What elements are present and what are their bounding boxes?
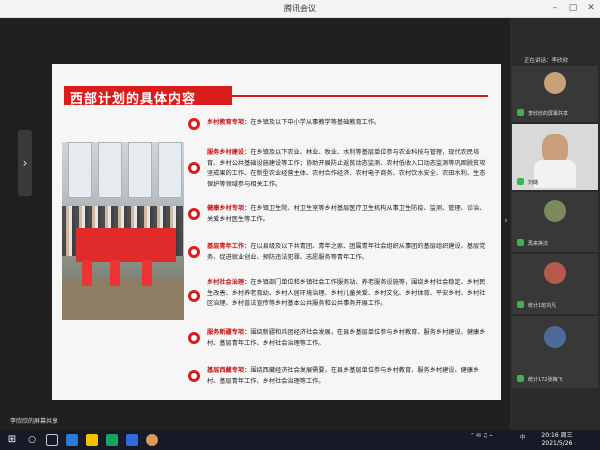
mic-icon: [517, 239, 524, 246]
clock-time: 20:16 周三: [541, 432, 573, 439]
explorer-icon[interactable]: [86, 434, 98, 446]
share-indicator[interactable]: 李欣欣的屏幕共享: [0, 416, 120, 428]
group-photo: [62, 142, 184, 320]
bullet-ring-icon: [188, 290, 200, 302]
bullet-ring-icon: [188, 208, 200, 220]
edge-icon[interactable]: [66, 434, 78, 446]
item-head: 健康乡村专项：: [207, 205, 251, 212]
minimize-icon[interactable]: –: [548, 2, 562, 15]
participant-tile[interactable]: 再来换法: [512, 192, 598, 252]
share-indicator-text: 李欣欣的屏幕共享: [10, 418, 59, 425]
participant-tile[interactable]: 统计1班刘凡: [512, 254, 598, 314]
bullet-ring-icon: [188, 162, 200, 174]
bullet-ring-icon: [188, 370, 200, 382]
bullet-ring-icon: [188, 246, 200, 258]
avatar: [544, 326, 566, 348]
mic-icon: [517, 375, 524, 382]
bullet-ring-icon: [188, 118, 200, 130]
chat-icon[interactable]: [106, 434, 118, 446]
clock[interactable]: 20:16 周三 2021/5/26: [535, 432, 579, 448]
avatar: [544, 262, 566, 284]
window-title: 腾讯会议: [284, 4, 316, 13]
clock-date: 2021/5/26: [541, 440, 573, 447]
avatar: [544, 72, 566, 94]
search-icon[interactable]: ○: [26, 434, 38, 446]
participant-name: 李欣欣的屏幕共享: [528, 111, 569, 117]
avatar-app-icon[interactable]: [146, 434, 158, 446]
speaking-label: 正在讲话：李欣欣: [524, 58, 569, 64]
meeting-icon[interactable]: [126, 434, 138, 446]
item-head: 基层青年工作：: [207, 243, 251, 250]
participant-name: 统计172张梅飞: [528, 377, 563, 383]
taskbar: ⊞ ○ ⌃ ✉ ♫ ⌁ 中 20:16 周三 2021/5/26: [0, 430, 600, 450]
item-head: 乡村社会治理：: [207, 279, 251, 286]
title-divider: [232, 95, 488, 97]
participant-name: 刘璐: [528, 180, 539, 186]
item-head: 基层西藏专项：: [207, 367, 251, 374]
item-head: 服务新疆专项：: [207, 329, 251, 336]
ime-indicator[interactable]: 中: [520, 433, 526, 441]
maximize-icon[interactable]: ▢: [566, 2, 580, 15]
task-view-icon[interactable]: [46, 434, 58, 446]
item-head: 服务乡村建设：: [207, 149, 251, 156]
item-head: 乡村教育专项：: [207, 119, 251, 126]
participant-tile[interactable]: 李欣欣的屏幕共享: [512, 66, 598, 122]
mic-icon: [517, 178, 524, 185]
item-body: 在乡镇及以下中小学从事教学等基础教育工作。: [250, 119, 381, 126]
chevron-left-icon[interactable]: ›: [18, 130, 32, 196]
bullet-ring-icon: [188, 332, 200, 344]
participant-tile[interactable]: 刘璐: [512, 124, 598, 190]
tencent-meeting-window: 腾讯会议 – ▢ ✕ › › 西部计划的具体内容 乡村教育专项：在乡镇及以下中小…: [0, 0, 600, 450]
participant-tile[interactable]: 统计172张梅飞: [512, 316, 598, 388]
windows-icon[interactable]: ⊞: [6, 434, 18, 446]
participant-name: 统计1班刘凡: [528, 303, 557, 309]
screen-share-area: › › 西部计划的具体内容 乡村教育专项：在乡镇及以下中小学从事教学等基础教育工…: [0, 18, 510, 430]
participant-name: 再来换法: [528, 241, 549, 247]
mic-icon: [517, 109, 524, 116]
title-bar: 腾讯会议 – ▢ ✕: [0, 0, 600, 18]
tray-icons[interactable]: ⌃ ✉ ♫ ⌁: [470, 433, 493, 439]
slide-title: 西部计划的具体内容: [70, 92, 197, 107]
chevron-right-icon[interactable]: ›: [502, 208, 510, 234]
avatar: [544, 200, 566, 222]
presentation-slide: 西部计划的具体内容 乡村教育专项：在乡镇及以下中小学从事教学等基础教育工作。 服…: [52, 64, 501, 400]
participants-panel: 正在讲话：李欣欣 李欣欣的屏幕共享 刘璐 再来换法 统计1班刘凡 统计172张梅…: [510, 18, 600, 430]
mic-icon: [517, 301, 524, 308]
close-icon[interactable]: ✕: [584, 2, 598, 15]
